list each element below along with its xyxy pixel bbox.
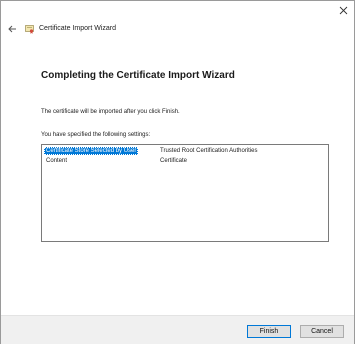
settings-label: You have specified the following setting… [41,132,151,138]
cancel-button[interactable]: Cancel [300,325,344,338]
close-icon [339,6,347,14]
wizard-window: Certificate Import Wizard Completing the… [0,0,355,344]
settings-list[interactable]: Certificate Store Selected by User Trust… [41,144,329,242]
title-bar: Certificate Import Wizard [1,1,354,34]
back-arrow-icon [8,25,16,33]
setting-name: Content [46,158,68,164]
page-heading: Completing the Certificate Import Wizard [41,70,235,81]
finish-button[interactable]: Finish [247,325,291,338]
setting-name: Certificate Store Selected by User [44,147,139,155]
certificate-icon [25,25,34,34]
close-button[interactable] [336,3,350,17]
window-title: Certificate Import Wizard [39,25,117,32]
footer-bar: Finish Cancel [1,315,354,344]
setting-value: Certificate [160,158,188,164]
back-button[interactable] [5,22,19,36]
info-text: The certificate will be imported after y… [41,109,180,115]
setting-value: Trusted Root Certification Authorities [160,148,258,154]
